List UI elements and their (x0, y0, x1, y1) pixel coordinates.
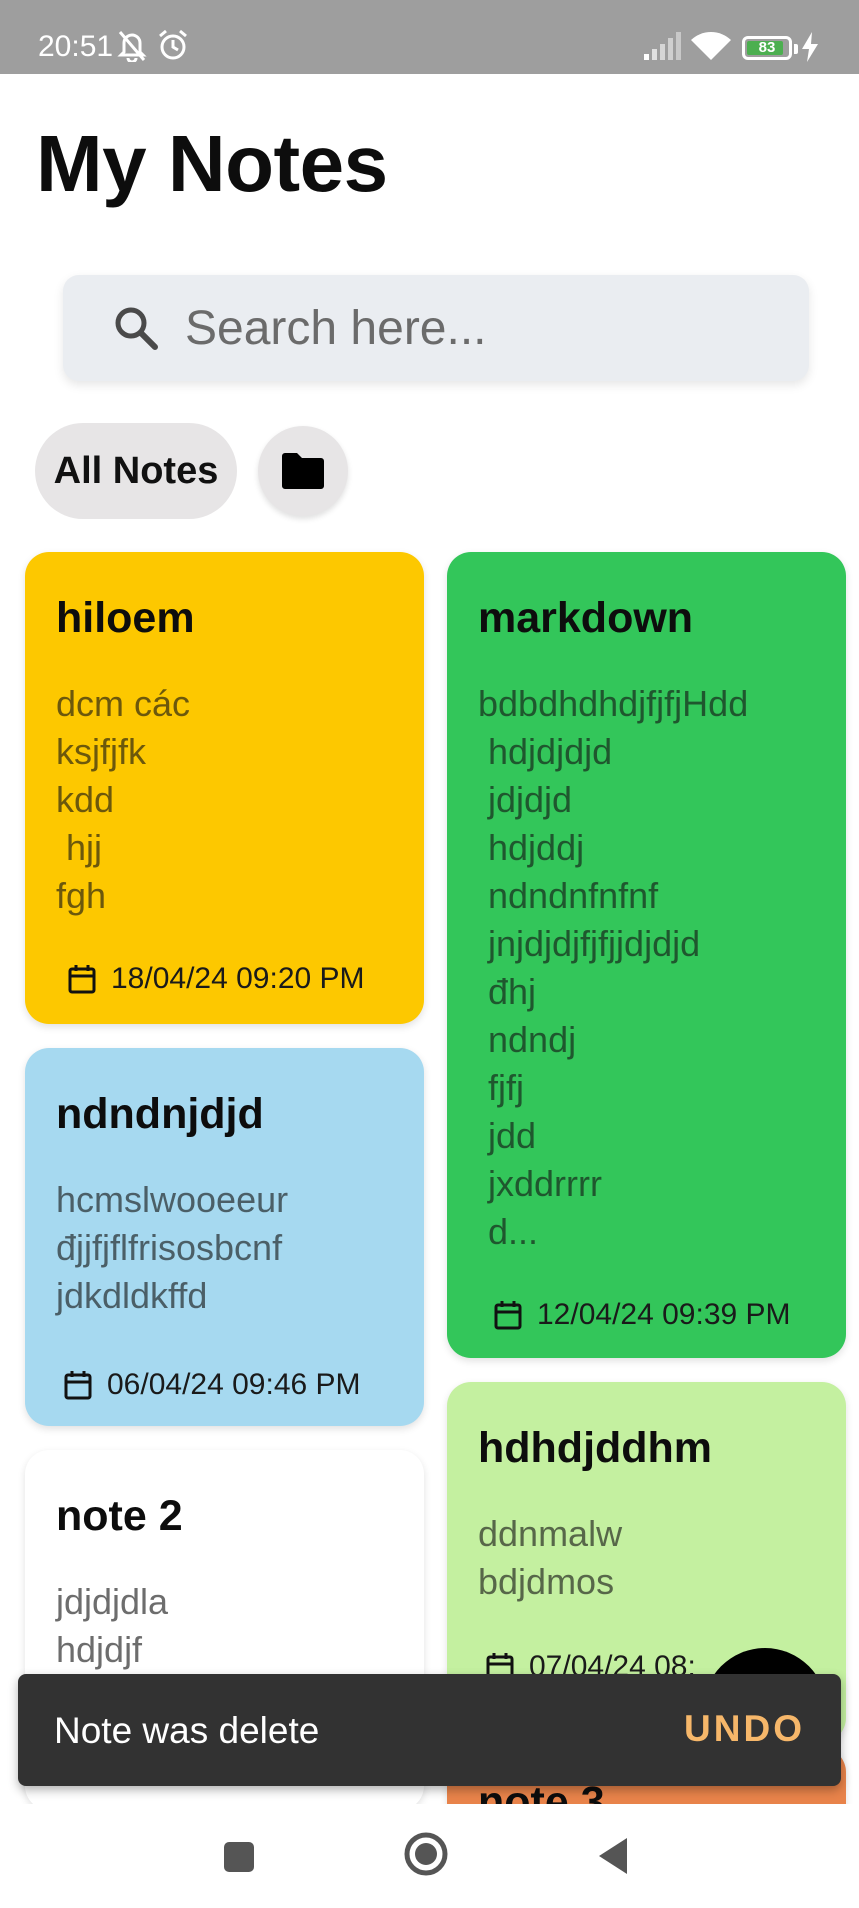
recents-icon[interactable] (222, 1840, 256, 1874)
calendar-icon (494, 1301, 522, 1330)
battery-tip (794, 44, 798, 54)
back-icon[interactable] (597, 1836, 629, 1876)
note-title: hdhdjddhm (478, 1424, 713, 1472)
note-date-row: 06/04/24 09:46 PM (63, 1368, 361, 1402)
note-body: dcm các ksjfjfk kdd hjj fgh (56, 683, 191, 916)
note-title: markdown (478, 594, 694, 642)
note-body: hcmslwooeeur đjjfjflfrisosbcnf jdkdldkff… (56, 1179, 289, 1316)
search-bar[interactable] (63, 275, 809, 381)
signal-icon (644, 32, 681, 60)
battery-level: 83 (758, 39, 776, 56)
note-card[interactable]: markdown bdbdhdhdjfjfjHdd hdjdjdjd jdjdj… (447, 552, 846, 1358)
search-icon (115, 307, 158, 350)
status-bar: 20:51 83 (0, 0, 859, 74)
page-title: My Notes (36, 119, 388, 208)
status-time: 20:51 (38, 30, 114, 63)
note-date: 12/04/24 09:39 PM (537, 1298, 791, 1331)
note-title: hiloem (56, 594, 195, 642)
note-card[interactable]: ndndnjdjd hcmslwooeeur đjjfjflfrisosbcnf… (25, 1048, 424, 1426)
bell-off-icon (117, 31, 147, 62)
wifi-icon (691, 31, 731, 60)
search-input[interactable] (185, 275, 785, 381)
alarm-icon (159, 29, 187, 60)
snackbar: Note was delete UNDO (18, 1674, 841, 1786)
note-body: ddnmalw bdjdmos (478, 1513, 623, 1602)
snackbar-message: Note was delete (54, 1710, 320, 1751)
filter-all-notes-chip[interactable]: All Notes (35, 423, 237, 519)
note-date: 18/04/24 09:20 PM (111, 962, 365, 995)
system-nav-bar (0, 1804, 859, 1908)
folder-icon (282, 453, 324, 489)
note-card[interactable]: hiloem dcm các ksjfjfk kdd hjj fgh 18/04… (25, 552, 424, 1024)
folder-filter-button[interactable] (258, 426, 348, 516)
calendar-icon (64, 1371, 92, 1400)
charging-icon (802, 32, 818, 62)
note-body: bdbdhdhdjfjfjHdd hdjdjdjd jdjdjd hdjddj … (478, 683, 749, 1252)
note-title: note 2 (56, 1492, 183, 1540)
home-icon[interactable] (403, 1831, 449, 1877)
note-body: jdjdjdla hdjdjf (56, 1581, 169, 1670)
note-title: ndndnjdjd (56, 1090, 264, 1138)
battery-icon: 83 (742, 36, 792, 60)
undo-button[interactable]: UNDO (684, 1708, 805, 1750)
note-date-row: 18/04/24 09:20 PM (67, 962, 365, 996)
calendar-icon (68, 965, 96, 994)
note-date-row: 12/04/24 09:39 PM (493, 1298, 791, 1332)
note-date: 06/04/24 09:46 PM (107, 1368, 361, 1401)
